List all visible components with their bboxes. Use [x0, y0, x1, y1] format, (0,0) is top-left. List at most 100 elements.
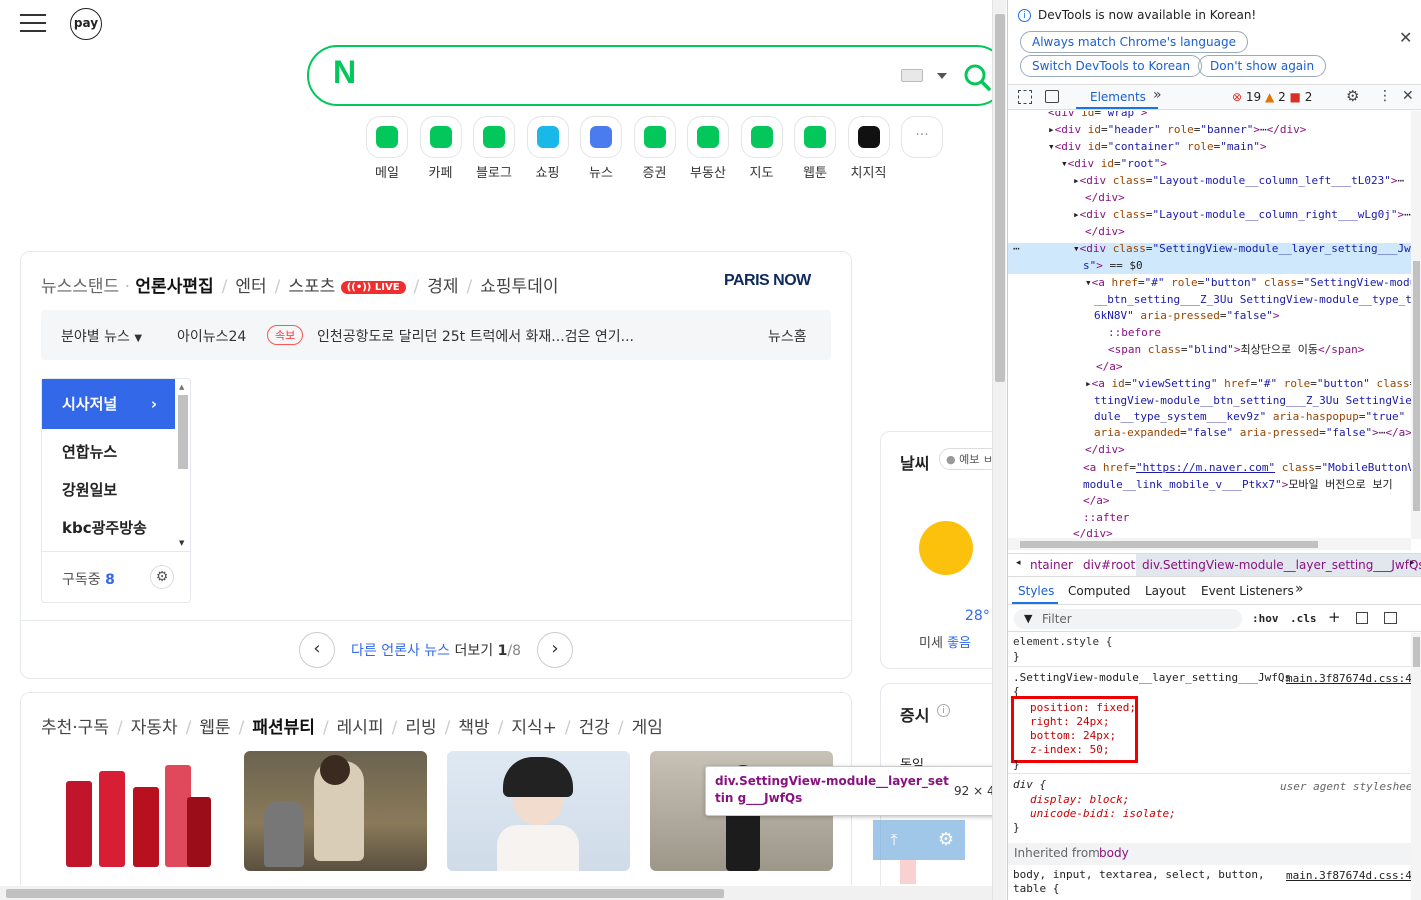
more-press-link[interactable]: 다른 언론사 뉴스 더보기 1/8: [351, 640, 521, 660]
device-toggle-icon[interactable]: [1045, 90, 1059, 103]
add-rule-icon[interactable]: +: [1328, 608, 1341, 626]
page-scrollbar[interactable]: [992, 0, 1006, 900]
shortcut-cafe[interactable]: 카페: [416, 116, 466, 181]
always-match-button[interactable]: Always match Chrome's language: [1020, 31, 1248, 53]
settings-icon[interactable]: ⚙: [1346, 87, 1359, 105]
tab-event-listeners[interactable]: Event Listeners: [1201, 584, 1294, 598]
css-property[interactable]: position: fixed;: [1030, 701, 1136, 714]
css-property[interactable]: z-index: 50;: [1030, 743, 1109, 756]
tab-layout[interactable]: Layout: [1145, 584, 1186, 598]
feed-tab[interactable]: 건강: [579, 718, 610, 738]
news-home-link[interactable]: 뉴스홈: [768, 326, 807, 346]
press-item[interactable]: kbc광주방송: [62, 517, 147, 538]
thumbnail-lipstick[interactable]: [41, 751, 224, 871]
tab-newsstand[interactable]: 뉴스스탠드: [41, 277, 119, 297]
body-source-link[interactable]: main.3f87674d.css:41: [1286, 869, 1418, 882]
more-tabs-icon[interactable]: »: [1153, 87, 1162, 103]
breadcrumb-item[interactable]: div#root: [1083, 558, 1135, 572]
menu-icon[interactable]: [20, 12, 46, 34]
hov-toggle[interactable]: :hov: [1252, 612, 1279, 625]
press-item[interactable]: 강원일보: [62, 479, 117, 500]
search-box[interactable]: N: [307, 45, 992, 106]
inherited-link[interactable]: body: [1099, 846, 1129, 860]
pay-button[interactable]: pay: [70, 8, 102, 40]
kebab-menu-icon[interactable]: ⋮: [1378, 88, 1392, 104]
ua-selector[interactable]: div {: [1013, 778, 1046, 791]
news-source[interactable]: 아이뉴스24: [177, 326, 246, 346]
category-dropdown[interactable]: 분야별 뉴스 ▼: [61, 326, 142, 346]
paint-icon[interactable]: [1356, 612, 1368, 624]
press-item-selected[interactable]: 시사저널 ›: [42, 379, 175, 429]
feed-tab[interactable]: 패션뷰티: [252, 718, 315, 738]
gear-icon[interactable]: ⚙: [928, 822, 964, 858]
feed-tab[interactable]: 레시피: [337, 718, 384, 738]
shortcut-webtoon[interactable]: 웹툰: [790, 116, 840, 181]
body-selector[interactable]: body, input, textarea, select, button,: [1013, 868, 1265, 881]
feed-tab[interactable]: 책방: [458, 718, 489, 738]
feed-tab[interactable]: 지식+: [511, 718, 557, 738]
breadcrumb-item-active[interactable]: div.SettingView-module__layer_setting___…: [1136, 554, 1421, 576]
shortcut-chzzk[interactable]: 치지직: [844, 116, 894, 181]
forecast-badge[interactable]: ● 예보 ㅂ: [939, 448, 992, 470]
feed-tab[interactable]: 리빙: [405, 718, 436, 738]
thumbnail-beauty[interactable]: [447, 751, 630, 871]
dom-scrollbar[interactable]: [1411, 111, 1421, 539]
press-list-scrollbar[interactable]: ▲ ▼: [175, 379, 191, 551]
tab-entertainment[interactable]: 엔터: [235, 277, 266, 297]
css-property[interactable]: right: 24px;: [1030, 715, 1109, 728]
chevron-down-icon[interactable]: [937, 73, 947, 79]
shortcut-mail[interactable]: 메일: [362, 116, 412, 181]
dont-show-button[interactable]: Don't show again: [1198, 55, 1327, 77]
filter-input[interactable]: ▼ Filter: [1014, 609, 1242, 629]
shortcut-realestate[interactable]: 부동산: [683, 116, 733, 181]
shortcut-shopping[interactable]: 쇼핑: [523, 116, 573, 181]
gear-icon[interactable]: ⚙: [150, 565, 174, 589]
tab-computed[interactable]: Computed: [1068, 584, 1130, 598]
prev-page-button[interactable]: ‹: [299, 632, 335, 668]
scroll-top-button[interactable]: ⤒: [876, 822, 912, 858]
feed-tab[interactable]: 웹툰: [199, 718, 230, 738]
tab-sports[interactable]: 스포츠: [288, 277, 335, 297]
subscribe-count[interactable]: 구독중 8: [62, 569, 115, 589]
feed-tab[interactable]: 게임: [632, 718, 663, 738]
close-icon[interactable]: ✕: [1399, 28, 1412, 47]
naver-logo[interactable]: N: [333, 54, 356, 91]
chzzk-icon: [847, 116, 890, 158]
shortcut-news[interactable]: 뉴스: [576, 116, 626, 181]
breadcrumb-item[interactable]: ntainer: [1030, 558, 1073, 572]
headline-link[interactable]: 인천공항도로 달리던 25t 트럭에서 화재...검은 연기...: [317, 326, 634, 346]
search-icon[interactable]: [963, 63, 991, 91]
error-count[interactable]: ⊗ 19 ▲ 2 ■ 2: [1232, 90, 1312, 104]
element-style-rule[interactable]: element.style {: [1013, 635, 1112, 648]
tab-elements[interactable]: Elements: [1090, 90, 1146, 104]
thumbnail-fashion[interactable]: [244, 751, 427, 871]
shortcut-map[interactable]: 지도: [737, 116, 787, 181]
rule-selector[interactable]: .SettingView-module__layer_setting___Jwf…: [1013, 671, 1291, 684]
shortcut-blog[interactable]: 블로그: [469, 116, 519, 181]
close-devtools-icon[interactable]: ✕: [1402, 88, 1414, 104]
feed-tab[interactable]: 자동차: [131, 718, 178, 738]
page-horizontal-scrollbar[interactable]: [0, 886, 992, 900]
keyboard-icon[interactable]: [901, 69, 923, 82]
sidebar-toggle-icon[interactable]: [1384, 612, 1397, 624]
rule-source-link[interactable]: main.3f87674d.css:40: [1286, 672, 1418, 685]
dom-hscrollbar[interactable]: [1008, 538, 1411, 550]
stock-icon: [633, 116, 676, 158]
shortcut-more[interactable]: ···: [897, 116, 947, 162]
feed-tab[interactable]: 추천·구독: [41, 718, 109, 738]
tab-shopping-today[interactable]: 쇼핑투데이: [480, 277, 558, 297]
info-icon[interactable]: i: [937, 704, 950, 717]
press-item[interactable]: 연합뉴스: [62, 441, 117, 462]
tab-styles[interactable]: Styles: [1018, 584, 1054, 598]
css-property[interactable]: bottom: 24px;: [1030, 729, 1116, 742]
styles-scrollbar[interactable]: [1411, 633, 1421, 900]
tab-economy[interactable]: 경제: [427, 277, 458, 297]
inspect-icon[interactable]: [1018, 90, 1032, 104]
paris-now-logo[interactable]: PARIS NOW: [724, 272, 811, 290]
switch-korean-button[interactable]: Switch DevTools to Korean: [1020, 55, 1203, 77]
next-page-button[interactable]: ›: [537, 632, 573, 668]
cls-toggle[interactable]: .cls: [1290, 612, 1317, 625]
shortcut-stock[interactable]: 증권: [630, 116, 680, 181]
tab-press-edit[interactable]: 언론사편집: [135, 277, 213, 297]
more-tabs-icon[interactable]: »: [1295, 581, 1304, 597]
